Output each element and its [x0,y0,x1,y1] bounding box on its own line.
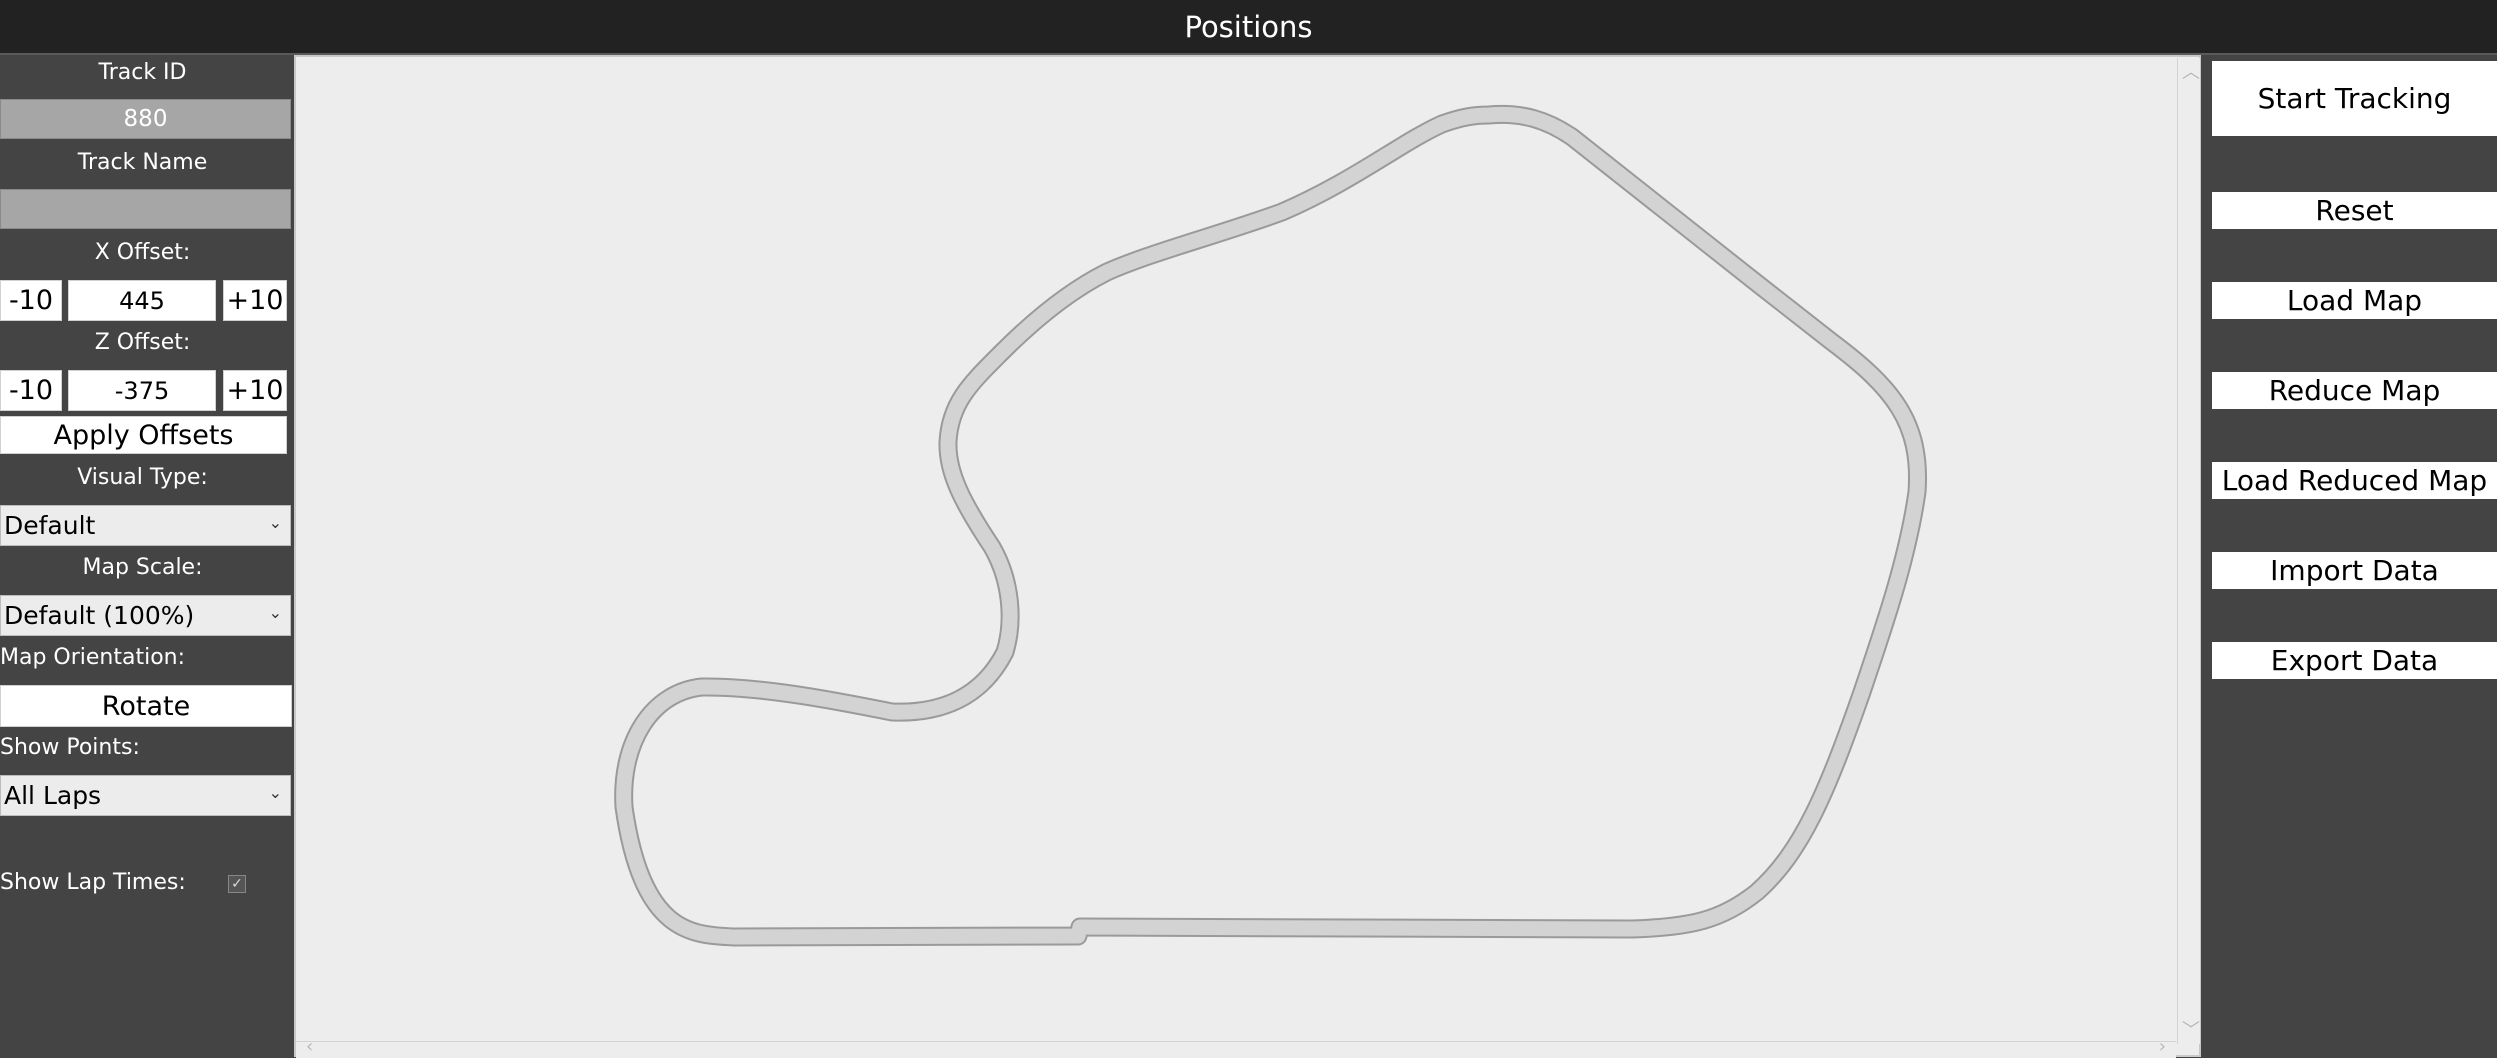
track-map-canvas[interactable] [294,55,2201,1057]
x-offset-minus-button[interactable]: -10 [0,280,62,321]
show-lap-times-checkbox[interactable]: ✓ [228,875,246,893]
map-orientation-label: Map Orientation: [0,645,186,670]
checkmark-icon: ✓ [231,876,243,892]
map-scale-selected: Default (100%) [4,601,195,630]
chevron-down-icon: ⌄ [268,783,282,802]
track-surface [616,106,1926,945]
window-title: Positions [1184,9,1313,44]
scroll-right-icon[interactable]: › [2159,1036,2166,1057]
z-offset-label: Z Offset: [94,330,191,355]
track-id-field: 880 [0,99,291,139]
import-data-button[interactable]: Import Data [2212,552,2497,589]
scroll-down-icon[interactable]: ﹀ [2182,1016,2200,1042]
map-scale-select[interactable]: Default (100%) ⌄ [0,595,291,636]
reset-button[interactable]: Reset [2212,192,2497,229]
x-offset-input[interactable]: 445 [68,280,216,321]
visual-type-select[interactable]: Default ⌄ [0,505,291,546]
show-points-label: Show Points: [0,735,140,760]
x-offset-label: X Offset: [94,240,191,265]
track-name-field [0,189,291,229]
apply-offsets-button[interactable]: Apply Offsets [0,416,287,454]
track-outline [614,104,1928,947]
load-map-button[interactable]: Load Map [2212,282,2497,319]
chevron-down-icon: ⌄ [268,513,282,532]
track-name-label: Track Name [77,150,208,175]
start-tracking-button[interactable]: Start Tracking [2212,61,2497,136]
scroll-left-icon[interactable]: ‹ [306,1036,313,1057]
vertical-scrollbar[interactable]: ︿ ﹀ [2177,58,2200,1044]
z-offset-minus-button[interactable]: -10 [0,370,62,411]
x-offset-plus-button[interactable]: +10 [223,280,287,321]
track-outline-svg [614,104,1928,947]
z-offset-input[interactable]: -375 [68,370,216,411]
export-data-button[interactable]: Export Data [2212,642,2497,679]
visual-type-selected: Default [4,511,96,540]
window-titlebar: Positions [0,0,2497,53]
chevron-down-icon: ⌄ [268,603,282,622]
reduce-map-button[interactable]: Reduce Map [2212,372,2497,409]
show-points-selected: All Laps [4,781,102,810]
map-scale-label: Map Scale: [82,555,203,580]
show-points-select[interactable]: All Laps ⌄ [0,775,291,816]
load-reduced-map-button[interactable]: Load Reduced Map [2212,462,2497,499]
visual-type-label: Visual Type: [77,465,208,490]
track-id-label: Track ID [98,60,187,85]
scroll-up-icon[interactable]: ︿ [2182,58,2200,84]
rotate-button[interactable]: Rotate [0,685,292,727]
z-offset-plus-button[interactable]: +10 [223,370,287,411]
horizontal-scrollbar[interactable]: ‹ › [296,1036,2176,1058]
